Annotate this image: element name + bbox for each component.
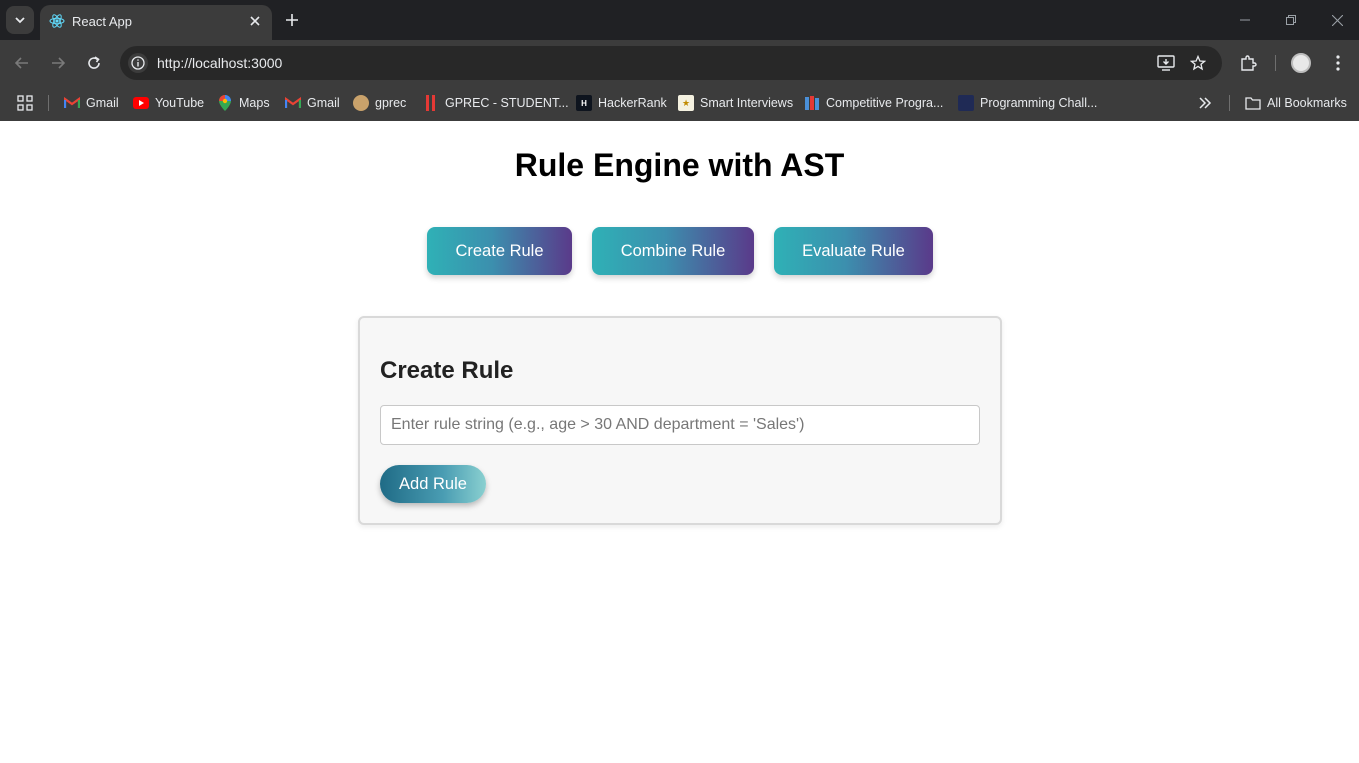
back-button[interactable] — [11, 52, 33, 74]
restore-icon — [1286, 15, 1296, 25]
bookmark-label: Programming Chall... — [980, 96, 1098, 110]
reload-button[interactable] — [83, 52, 105, 74]
combine-rule-tab-button[interactable]: Combine Rule — [592, 227, 754, 275]
bookmark-gprec-student[interactable]: GPREC - STUDENT... — [423, 92, 569, 114]
close-icon — [1331, 14, 1343, 26]
all-bookmarks-button[interactable]: All Bookmarks — [1245, 92, 1347, 114]
bookmark-label: HackerRank — [598, 96, 667, 110]
close-window-button[interactable] — [1327, 10, 1347, 30]
plus-icon — [286, 14, 298, 26]
bookmark-label: Gmail — [86, 96, 119, 110]
page-content: Rule Engine with AST Create Rule Combine… — [0, 121, 1359, 763]
add-rule-button[interactable]: Add Rule — [380, 465, 486, 503]
create-rule-card: Create Rule Add Rule — [358, 316, 1002, 525]
bookmark-label: YouTube — [155, 96, 205, 110]
bookmark-gprec[interactable]: gprec — [353, 92, 406, 114]
gprec-icon — [353, 95, 369, 111]
reload-icon — [88, 56, 100, 69]
star-icon — [1190, 55, 1206, 71]
bookmark-smart-interviews[interactable]: ★ Smart Interviews — [678, 92, 793, 114]
bookmark-label: GPREC - STUDENT... — [445, 96, 569, 110]
page-title: Rule Engine with AST — [514, 147, 845, 183]
double-chevron-right-icon — [1199, 97, 1212, 109]
new-tab-button[interactable] — [282, 10, 302, 30]
apps-button[interactable] — [17, 92, 33, 114]
youtube-icon — [133, 95, 149, 111]
info-icon — [131, 56, 145, 70]
react-icon — [49, 14, 65, 28]
minimize-icon — [1240, 19, 1250, 21]
address-bar[interactable]: http://localhost:3000 — [120, 46, 1222, 80]
browser-tabstrip: React App — [0, 0, 1359, 40]
apps-grid-icon — [17, 95, 33, 111]
bookmark-gmail-2[interactable]: Gmail — [285, 92, 340, 114]
arrow-left-icon — [14, 57, 28, 69]
site-info-button[interactable] — [128, 53, 148, 73]
bookmark-youtube[interactable]: YouTube — [133, 92, 204, 114]
programming-challenges-icon — [958, 95, 974, 111]
maps-icon — [217, 95, 233, 111]
more-bookmarks-button[interactable] — [1198, 92, 1212, 114]
close-icon — [250, 16, 260, 26]
bookmark-label: gprec — [375, 96, 407, 110]
bookmark-maps[interactable]: Maps — [217, 92, 270, 114]
bookmark-competitive-programming[interactable]: Competitive Progra... — [804, 92, 943, 114]
chevron-down-icon — [15, 17, 25, 24]
bookmark-hackerrank[interactable]: H HackerRank — [576, 92, 667, 114]
menu-button[interactable] — [1327, 52, 1349, 74]
extensions-button[interactable] — [1237, 52, 1259, 74]
gmail-icon — [64, 95, 80, 111]
url-text: http://localhost:3000 — [157, 55, 283, 71]
bookmark-label: Competitive Progra... — [826, 96, 944, 110]
gprec-student-icon — [423, 95, 439, 111]
all-bookmarks-label: All Bookmarks — [1267, 96, 1347, 110]
hackerrank-icon: H — [576, 95, 592, 111]
puzzle-icon — [1241, 55, 1257, 71]
bookmarks-separator — [48, 95, 49, 111]
tab-title: React App — [72, 14, 132, 29]
bookmark-star-button[interactable] — [1188, 53, 1208, 73]
folder-icon — [1245, 95, 1261, 111]
install-icon — [1157, 55, 1175, 71]
kebab-menu-icon — [1336, 55, 1340, 71]
bookmark-label: Gmail — [307, 96, 340, 110]
card-title: Create Rule — [380, 357, 514, 384]
install-app-button[interactable] — [1156, 53, 1176, 73]
browser-tab-active[interactable]: React App — [40, 5, 272, 40]
bookmarks-bar: Gmail YouTube Maps Gmail gprec GPREC - S… — [0, 85, 1359, 121]
forward-button[interactable] — [47, 52, 69, 74]
bookmark-label: Smart Interviews — [700, 96, 794, 110]
profile-avatar[interactable] — [1291, 53, 1311, 73]
arrow-right-icon — [52, 57, 66, 69]
create-rule-tab-button[interactable]: Create Rule — [427, 227, 572, 275]
minimize-button[interactable] — [1235, 10, 1255, 30]
rule-string-input[interactable] — [380, 405, 980, 445]
bookmark-programming-challenges[interactable]: Programming Chall... — [958, 92, 1097, 114]
bookmark-label: Maps — [239, 96, 270, 110]
toolbar-separator — [1275, 55, 1276, 71]
smart-interviews-icon: ★ — [678, 95, 694, 111]
browser-toolbar: http://localhost:3000 — [0, 40, 1359, 85]
competitive-programming-icon — [804, 95, 820, 111]
tab-search-button[interactable] — [6, 6, 34, 34]
bookmarks-separator — [1229, 95, 1230, 111]
tab-close-button[interactable] — [246, 12, 264, 30]
restore-button[interactable] — [1281, 10, 1301, 30]
bookmark-gmail[interactable]: Gmail — [64, 92, 119, 114]
gmail-icon — [285, 95, 301, 111]
evaluate-rule-tab-button[interactable]: Evaluate Rule — [774, 227, 933, 275]
